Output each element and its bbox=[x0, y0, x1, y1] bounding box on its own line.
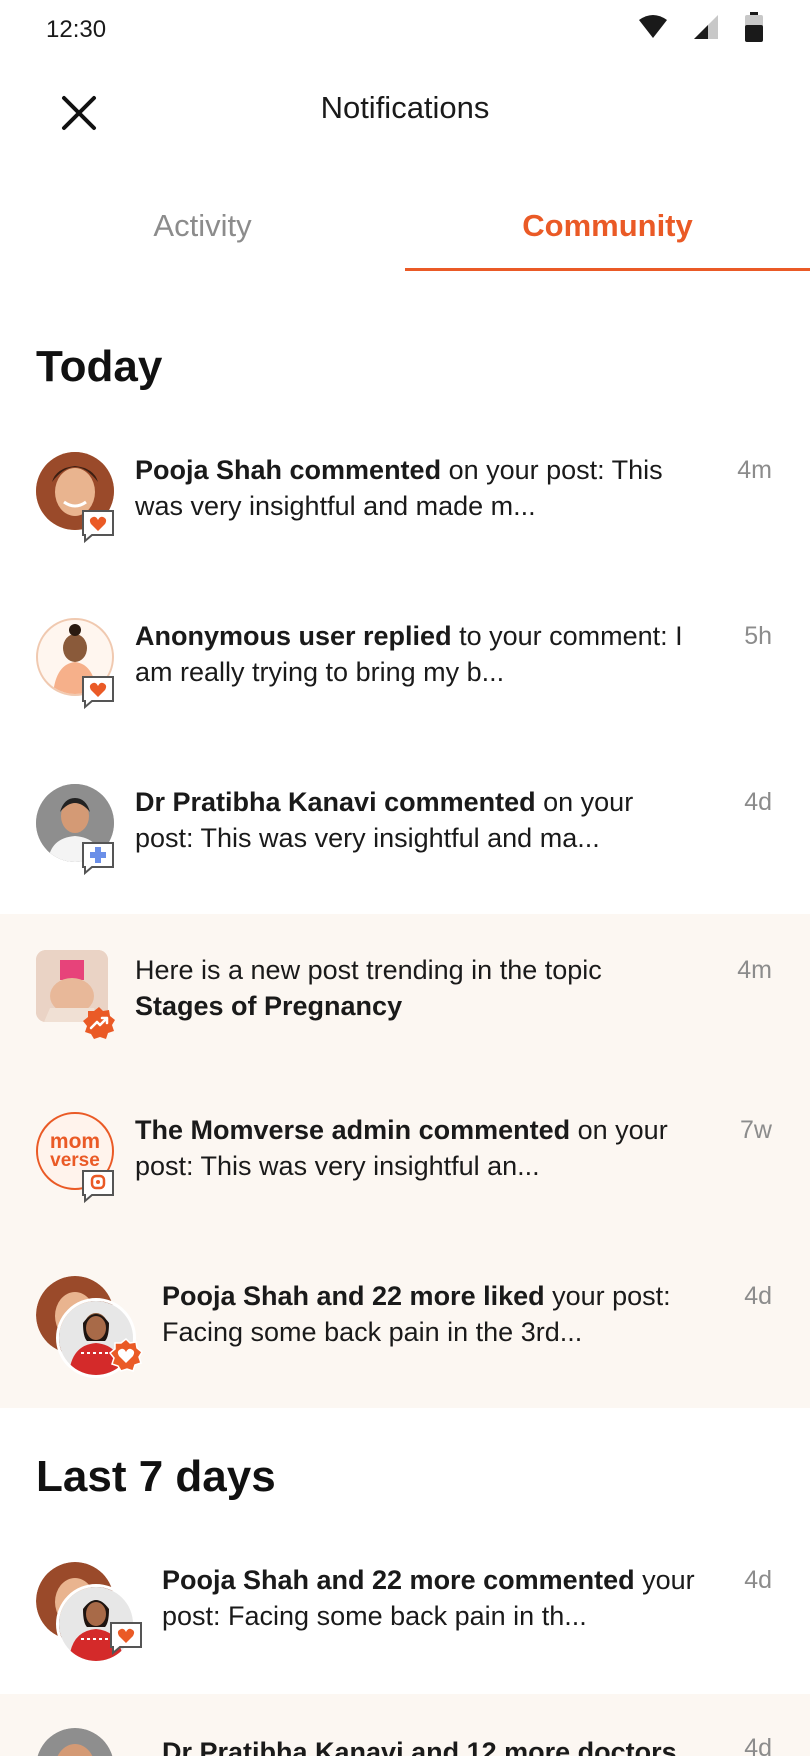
section-title-last-7-days: Last 7 days bbox=[36, 1452, 276, 1501]
notification-time: 4m bbox=[737, 456, 772, 484]
notification-text: The Momverse admin commented on your pos… bbox=[135, 1115, 668, 1181]
notification-time: 4d bbox=[744, 1734, 772, 1756]
notification-text: Here is a new post trending in the topic… bbox=[135, 955, 602, 1021]
page-title: Notifications bbox=[320, 90, 490, 125]
notification-row[interactable]: Pooja Shah and 22 more commented your po… bbox=[0, 1540, 810, 1690]
notification-text: Pooja Shah and 22 more liked your post: … bbox=[162, 1281, 671, 1347]
wifi-icon bbox=[638, 14, 668, 45]
notification-text: Dr Pratibha Kanavi commented on your pos… bbox=[135, 787, 634, 853]
notification-row[interactable]: mom verse The Momverse admin commented o… bbox=[0, 1070, 810, 1236]
trending-icon bbox=[82, 1006, 116, 1045]
status-bar: 12:30 bbox=[0, 0, 810, 62]
status-icons bbox=[638, 12, 764, 47]
heart-comment-icon bbox=[108, 1620, 144, 1661]
tab-activity[interactable]: Activity bbox=[0, 178, 405, 272]
notification-time: 4m bbox=[737, 956, 772, 984]
notification-row[interactable]: Pooja Shah and 22 more liked your post: … bbox=[0, 1236, 810, 1408]
notification-time: 4d bbox=[744, 1566, 772, 1594]
status-time: 12:30 bbox=[46, 16, 107, 43]
app-header: Notifications bbox=[0, 62, 810, 158]
notification-row[interactable]: Dr Pratibha Kanavi and 12 more doctors 4… bbox=[0, 1694, 810, 1756]
notification-time: 5h bbox=[744, 622, 772, 650]
avatar bbox=[36, 1728, 114, 1756]
notification-row[interactable]: Anonymous user replied to your comment: … bbox=[0, 596, 810, 746]
notification-time: 4d bbox=[744, 788, 772, 816]
tab-bar: Activity Community bbox=[0, 178, 810, 272]
notification-row[interactable]: Here is a new post trending in the topic… bbox=[0, 914, 810, 1070]
notification-text: Pooja Shah and 22 more commented your po… bbox=[162, 1565, 695, 1631]
section-title-today: Today bbox=[36, 342, 163, 391]
notification-text: Dr Pratibha Kanavi and 12 more doctors bbox=[162, 1737, 677, 1756]
heart-icon bbox=[108, 1337, 144, 1379]
notification-time: 4d bbox=[744, 1282, 772, 1310]
heart-reply-icon bbox=[80, 674, 116, 715]
cellular-signal-icon bbox=[692, 13, 720, 46]
notification-text: Pooja Shah commented on your post: This … bbox=[135, 455, 663, 521]
notification-text: Anonymous user replied to your comment: … bbox=[135, 621, 683, 687]
tab-community[interactable]: Community bbox=[405, 178, 810, 272]
doctor-plus-icon bbox=[80, 840, 116, 881]
active-tab-indicator bbox=[405, 268, 810, 271]
momverse-comment-icon bbox=[80, 1168, 116, 1209]
battery-icon bbox=[744, 12, 764, 47]
notification-row[interactable]: Pooja Shah commented on your post: This … bbox=[0, 430, 810, 580]
notification-row[interactable]: Dr Pratibha Kanavi commented on your pos… bbox=[0, 762, 810, 914]
heart-comment-icon bbox=[80, 508, 116, 549]
notification-time: 7w bbox=[740, 1116, 772, 1144]
